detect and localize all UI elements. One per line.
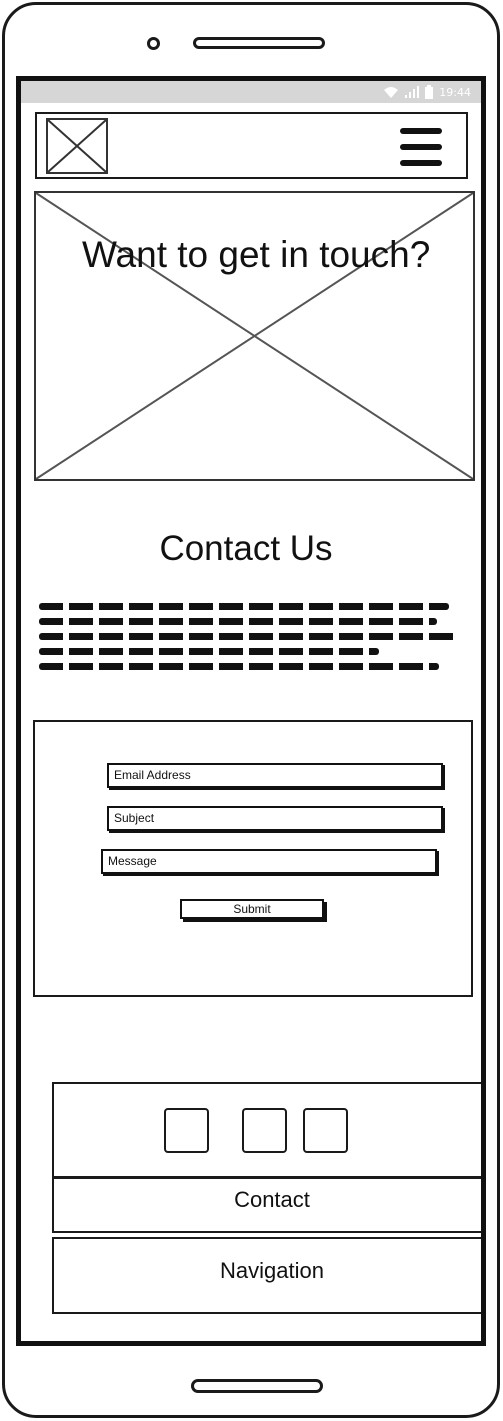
text-line — [39, 648, 379, 655]
menu-bar — [400, 128, 442, 134]
placeholder-paragraph — [39, 603, 457, 679]
text-line — [39, 603, 449, 610]
logo-placeholder-icon[interactable] — [46, 118, 108, 174]
phone-screen: 19:44 Want to get in touch? Contact Us E… — [16, 76, 486, 1346]
menu-bar — [400, 144, 442, 150]
hero-banner: Want to get in touch? — [34, 191, 475, 481]
home-button[interactable] — [191, 1379, 323, 1393]
text-line — [39, 663, 439, 670]
message-field[interactable] — [101, 849, 437, 874]
status-time: 19:44 — [439, 85, 471, 99]
status-bar: 19:44 — [21, 81, 481, 103]
wifi-icon — [383, 86, 399, 98]
contact-form: Submit — [33, 720, 473, 997]
hero-title: Want to get in touch? — [82, 234, 431, 275]
hamburger-menu-icon[interactable] — [400, 128, 442, 166]
contact-heading: Contact Us — [159, 529, 333, 568]
battery-icon — [425, 85, 434, 99]
site-header — [35, 112, 468, 179]
email-input[interactable] — [114, 768, 436, 782]
message-input[interactable] — [108, 854, 430, 868]
social-icon[interactable] — [303, 1108, 348, 1153]
subject-input[interactable] — [114, 811, 436, 825]
subject-field[interactable] — [107, 806, 443, 831]
text-line — [39, 633, 457, 640]
signal-icon — [405, 86, 420, 98]
email-field[interactable] — [107, 763, 443, 788]
submit-button[interactable]: Submit — [180, 899, 324, 919]
social-icon[interactable] — [242, 1108, 287, 1153]
speaker-grille — [193, 37, 325, 49]
footer-navigation-link[interactable]: Navigation — [52, 1237, 481, 1314]
text-line — [39, 618, 437, 625]
footer-social-bar — [52, 1082, 481, 1178]
camera-icon — [147, 37, 160, 50]
footer-contact-link[interactable]: Contact — [52, 1177, 481, 1233]
social-icon[interactable] — [164, 1108, 209, 1153]
menu-bar — [400, 160, 442, 166]
